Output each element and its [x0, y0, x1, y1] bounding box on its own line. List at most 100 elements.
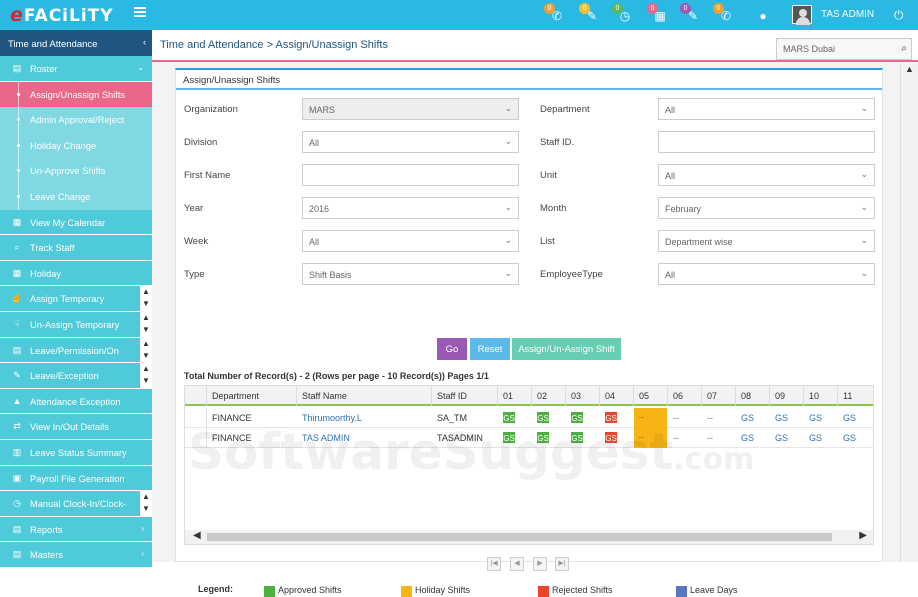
shift-link[interactable]: GS	[775, 433, 788, 443]
sidebar-item-holiday[interactable]: ▦ Holiday	[0, 260, 152, 287]
user-name[interactable]: TAS ADMIN	[821, 9, 874, 20]
legend-swatch	[401, 586, 412, 597]
vertical-scrollbar[interactable]: ▲	[900, 64, 918, 562]
type-select[interactable]: Shift Basis ⌄	[302, 263, 519, 285]
field-label: Department	[540, 104, 590, 115]
week-select[interactable]: All ⌄	[302, 230, 519, 252]
column-header[interactable]: 02	[532, 386, 566, 406]
shift-link[interactable]: GS	[775, 413, 788, 423]
month-select[interactable]: February ⌄	[658, 197, 875, 219]
scrollbar-thumb[interactable]	[207, 533, 832, 541]
shift-link[interactable]: GS	[809, 413, 822, 423]
first-name-input[interactable]	[302, 164, 519, 186]
column-header[interactable]: 11	[838, 386, 873, 406]
expand-collapse-icon[interactable]: ▲ ▼	[140, 286, 152, 311]
staff-id-input[interactable]	[658, 131, 875, 153]
call-icon[interactable]: ✆ 0	[713, 3, 733, 23]
sidebar-item-admin-approval[interactable]: Admin Approval/Reject	[0, 107, 152, 134]
column-header[interactable]: Department	[207, 386, 297, 406]
sidebar-header[interactable]: Time and Attendance ‹	[0, 30, 152, 56]
expand-collapse-icon[interactable]: ▲ ▼	[140, 491, 152, 516]
assign-unassign-shift-button[interactable]: Assign/Un-Assign Shift	[512, 338, 621, 360]
unit-select[interactable]: All ⌄	[658, 164, 875, 186]
column-header[interactable]: 06	[668, 386, 702, 406]
notification-badge: 0	[713, 3, 724, 14]
scroll-left-icon[interactable]: ◀	[193, 530, 201, 541]
sidebar-item-unassign-temporary[interactable]: ☟ Un-Assign Temporary ▲ ▼	[0, 311, 152, 338]
division-select[interactable]: All ⌄	[302, 131, 519, 153]
clock-icon[interactable]: ◷ 0	[612, 3, 632, 23]
column-header[interactable]: 09	[770, 386, 804, 406]
sidebar-item-view-inout[interactable]: ⇄ View In/Out Details	[0, 414, 152, 440]
sidebar-item-manual-clock[interactable]: ◷ Manual Clock-In/Clock- ▲ ▼	[0, 491, 152, 517]
sidebar-item-track-staff[interactable]: ⌕ Track Staff	[0, 235, 152, 261]
horizontal-scrollbar[interactable]: ◀ ▶	[185, 530, 873, 544]
shift-link[interactable]: GS	[809, 433, 822, 443]
column-header[interactable]: Staff Name	[297, 386, 432, 406]
sidebar-item-view-my-calendar[interactable]: ▦ View My Calendar	[0, 209, 152, 236]
expand-collapse-icon[interactable]: ▲ ▼	[140, 311, 152, 337]
shift-value[interactable]: --	[673, 413, 679, 423]
column-header[interactable]: 10	[804, 386, 838, 406]
expand-collapse-icon[interactable]: ▲ ▼	[140, 363, 152, 388]
staff-name-link[interactable]: Thirumoorthy.L	[302, 413, 362, 423]
list-select[interactable]: Department wise ⌄	[658, 230, 875, 252]
sidebar-item-reports[interactable]: ▤ Reports ›	[0, 516, 152, 543]
department-select[interactable]: All ⌄	[658, 98, 875, 120]
shift-value[interactable]: --	[707, 413, 713, 423]
user-avatar[interactable]	[792, 5, 812, 25]
column-header[interactable]: Staff ID	[432, 386, 498, 406]
shift-link[interactable]: GS	[741, 413, 754, 423]
scroll-up-icon[interactable]: ▲	[905, 64, 914, 74]
sidebar-item-payroll-file[interactable]: ▣ Payroll File Generation	[0, 465, 152, 492]
sidebar-item-assign-unassign-shifts[interactable]: Assign/Unassign Shifts	[0, 81, 152, 108]
go-button[interactable]: Go	[437, 338, 467, 360]
sidebar-item-leave-permission[interactable]: ▤ Leave/Permission/On ▲ ▼	[0, 337, 152, 364]
search-icon[interactable]: ⌕	[901, 43, 907, 54]
sidebar-item-leave-change[interactable]: Leave Change	[0, 183, 152, 210]
sidebar-item-roster[interactable]: ▤ Roster ⌄	[0, 56, 152, 82]
sidebar-item-attendance-exception[interactable]: ▲ Attendance Exception	[0, 388, 152, 415]
sidebar-item-label: Un-Assign Temporary	[30, 319, 120, 330]
field-label: Month	[540, 203, 567, 214]
year-select[interactable]: 2016 ⌄	[302, 197, 519, 219]
menu-icon: ⌕	[14, 242, 20, 253]
tools-icon[interactable]: ✎ 0	[680, 3, 700, 23]
chevron-icon: ›	[141, 523, 144, 533]
menu-toggle-icon[interactable]	[134, 7, 146, 17]
sidebar-item-label: View In/Out Details	[30, 422, 109, 433]
prev-page-button[interactable]: ◀	[510, 557, 524, 571]
sidebar-item-leave-exception[interactable]: ✎ Leave/Exception ▲ ▼	[0, 363, 152, 389]
location-search-input[interactable]: MARS Dubai ⌕	[776, 38, 912, 60]
column-header[interactable]: 05	[634, 386, 668, 406]
power-icon[interactable]: ⏻	[894, 8, 904, 23]
bullet-icon	[17, 92, 20, 96]
sidebar-item-leave-status-summary[interactable]: ▥ Leave Status Summary	[0, 439, 152, 466]
scroll-right-icon[interactable]: ▶	[859, 530, 867, 541]
reset-button[interactable]: Reset	[470, 338, 510, 360]
column-header[interactable]: 07	[702, 386, 736, 406]
column-header[interactable]: 03	[566, 386, 600, 406]
sidebar-item-masters[interactable]: ▤ Masters ›	[0, 542, 152, 568]
phone-icon[interactable]: ✆ 0	[544, 3, 564, 23]
column-header[interactable]: 08	[736, 386, 770, 406]
globe-icon[interactable]: ●	[756, 9, 770, 23]
chevron-left-icon: ‹	[143, 37, 146, 47]
employeetype-select[interactable]: All ⌄	[658, 263, 875, 285]
expand-collapse-icon[interactable]: ▲ ▼	[140, 337, 152, 363]
app-logo[interactable]: eFACiLiTY	[10, 4, 114, 26]
calendar-icon[interactable]: ▦ 0	[647, 3, 667, 23]
wrench-icon[interactable]: ✎ 0	[579, 3, 599, 23]
last-page-button[interactable]: ▶|	[555, 557, 569, 571]
sidebar-item-unapprove-shifts[interactable]: Un-Approve Shifts	[0, 158, 152, 185]
next-page-button[interactable]: ▶	[533, 557, 547, 571]
shift-link[interactable]: GS	[843, 433, 856, 443]
chevron-down-icon: ⌄	[504, 103, 512, 113]
field-label: Organization	[184, 104, 238, 115]
first-page-button[interactable]: |◀	[487, 557, 501, 571]
column-header[interactable]: 04	[600, 386, 634, 406]
sidebar-item-assign-temporary[interactable]: ☝ Assign Temporary ▲ ▼	[0, 286, 152, 312]
column-header[interactable]: 01	[498, 386, 532, 406]
shift-link[interactable]: GS	[843, 413, 856, 423]
sidebar-item-holiday-change[interactable]: Holiday Change	[0, 132, 152, 159]
